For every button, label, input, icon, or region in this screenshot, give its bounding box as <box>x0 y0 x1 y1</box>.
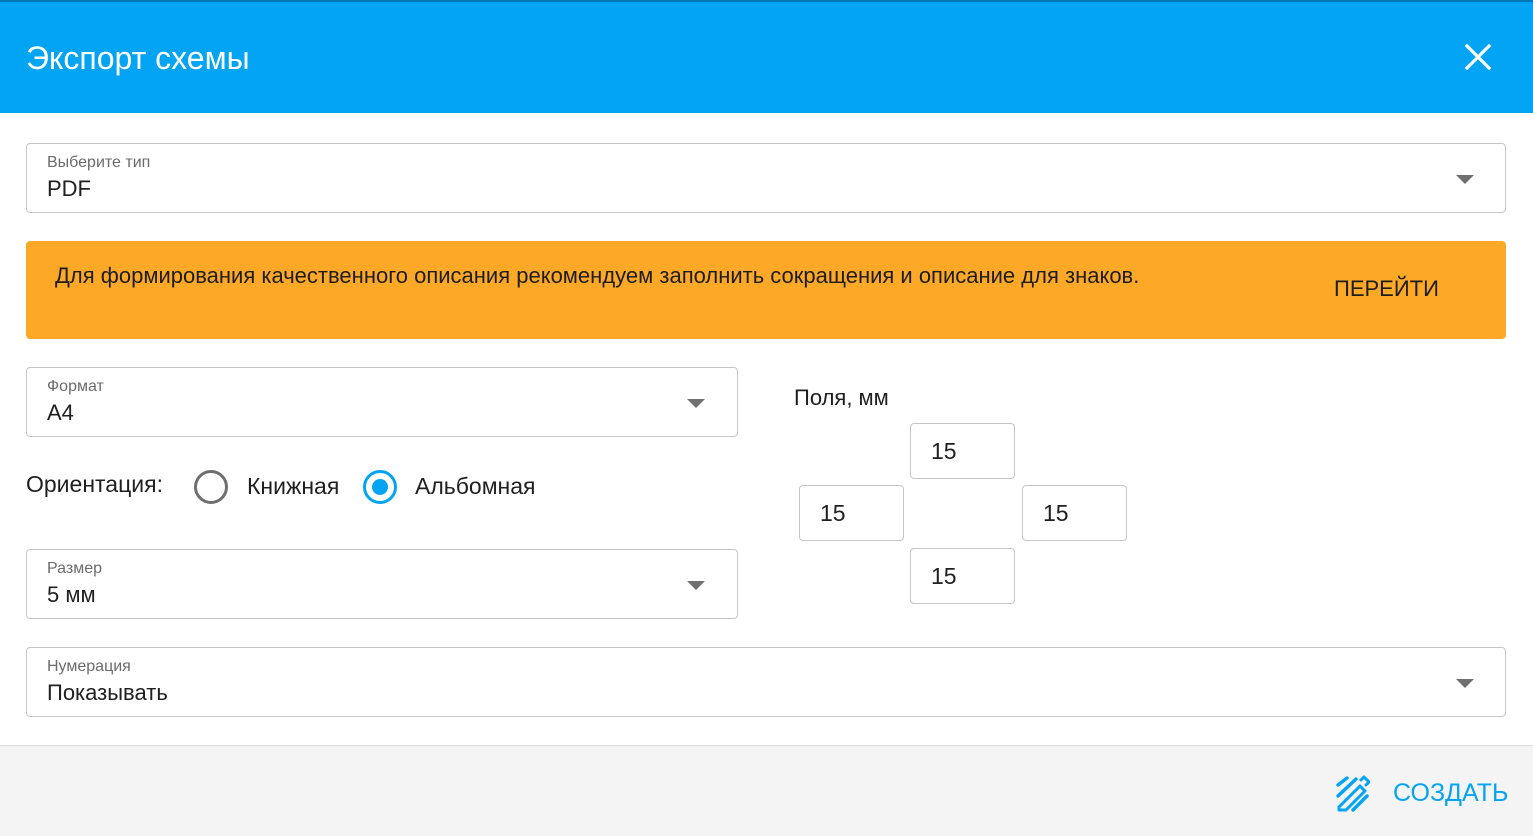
radio-selected-dot <box>372 479 388 495</box>
landscape-radio-label[interactable]: Альбомная <box>415 472 535 500</box>
type-select-label: Выберите тип <box>47 154 151 171</box>
close-button[interactable] <box>1458 37 1498 77</box>
chevron-down-icon <box>687 399 705 408</box>
numbering-select-label: Нумерация <box>47 658 131 675</box>
close-icon <box>1464 43 1492 71</box>
margin-left-box <box>799 485 904 541</box>
portrait-radio[interactable] <box>194 470 228 504</box>
size-select-label: Размер <box>47 560 102 577</box>
numbering-select[interactable]: Нумерация Показывать <box>26 647 1506 717</box>
dialog-footer: СОЗДАТЬ <box>0 745 1533 836</box>
warning-banner: Для формирования качественного описания … <box>26 241 1506 339</box>
margin-right-input[interactable] <box>1023 486 1126 540</box>
draw-icon <box>1336 775 1370 812</box>
margin-left-input[interactable] <box>800 486 903 540</box>
go-button[interactable]: ПЕРЕЙТИ <box>1334 274 1439 304</box>
type-select-value: PDF <box>47 176 91 201</box>
portrait-radio-label[interactable]: Книжная <box>247 472 339 500</box>
chevron-down-icon <box>1456 679 1474 688</box>
margin-right-box <box>1022 485 1127 541</box>
header-top-edge <box>0 0 1533 2</box>
margin-top-input[interactable] <box>911 424 1014 478</box>
numbering-select-value: Показывать <box>47 680 168 705</box>
landscape-radio[interactable] <box>363 470 397 504</box>
format-select-value: A4 <box>47 400 74 425</box>
type-select[interactable]: Выберите тип PDF <box>26 143 1506 213</box>
dialog-header: Экспорт схемы <box>0 0 1533 113</box>
margins-title: Поля, мм <box>794 385 889 410</box>
dialog-title: Экспорт схемы <box>26 40 250 76</box>
create-button-label: СОЗДАТЬ <box>1393 779 1509 807</box>
margin-top-box <box>910 423 1015 479</box>
chevron-down-icon <box>1456 175 1474 184</box>
format-select[interactable]: Формат A4 <box>26 367 738 437</box>
size-select[interactable]: Размер 5 мм <box>26 549 738 619</box>
warning-text: Для формирования качественного описания … <box>55 263 1140 288</box>
chevron-down-icon <box>687 581 705 590</box>
orientation-label: Ориентация: <box>26 471 163 497</box>
margin-bottom-input[interactable] <box>911 549 1014 603</box>
margin-bottom-box <box>910 548 1015 604</box>
format-select-label: Формат <box>47 378 104 395</box>
size-select-value: 5 мм <box>47 582 96 607</box>
